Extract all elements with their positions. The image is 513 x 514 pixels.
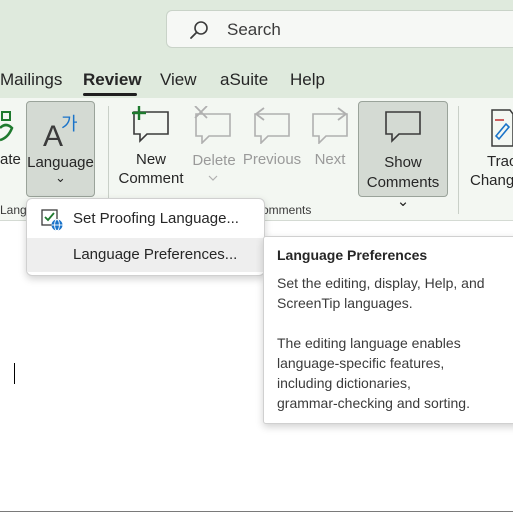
proofing-language-icon — [41, 209, 63, 231]
tooltip-title: Language Preferences — [277, 247, 428, 263]
language-preferences-tooltip: Language Preferences Set the editing, di… — [263, 236, 513, 424]
tooltip-text: grammar-checking and sorting. — [277, 395, 470, 411]
search-icon — [190, 21, 208, 39]
previous-comment-icon — [254, 107, 290, 144]
new-comment-icon[interactable] — [131, 106, 171, 144]
next-label: Next — [314, 151, 346, 168]
language-preferences-item[interactable]: Language Preferences... — [27, 238, 264, 272]
show-comments-button[interactable]: Show Comments ⌄ — [358, 101, 448, 210]
language-group-label: Lang — [0, 203, 27, 217]
search-box[interactable]: Search — [166, 10, 513, 48]
active-tab-indicator — [83, 93, 137, 96]
group-separator — [458, 106, 459, 214]
new-comment-label-2[interactable]: Comment — [116, 169, 186, 188]
document-edge — [0, 511, 513, 512]
translate-label[interactable]: ate — [0, 150, 21, 169]
tooltip-text: Set the editing, display, Help, and — [277, 275, 485, 291]
language-icon: A 가 — [43, 114, 78, 152]
tab-mailings[interactable]: Mailings — [0, 70, 62, 90]
chevron-down-icon — [208, 175, 218, 181]
delete-label: Delete — [192, 152, 236, 169]
show-comments-icon — [385, 111, 421, 143]
tooltip-text: language-specific features, — [277, 355, 445, 371]
language-dropdown-menu: Set Proofing Language... Language Prefer… — [26, 198, 265, 276]
chevron-down-icon: ⌄ — [55, 170, 66, 185]
tab-asuite[interactable]: aSuite — [220, 70, 268, 90]
translate-icon[interactable] — [0, 108, 14, 144]
text-cursor — [14, 363, 15, 384]
set-proofing-language-label: Set Proofing Language... — [73, 210, 239, 227]
ribbon-tabs: Mailings Review View aSuite Help — [0, 62, 513, 98]
new-comment-label-1[interactable]: New — [116, 150, 186, 169]
tooltip-text: ScreenTip languages. — [277, 295, 413, 311]
tab-review[interactable]: Review — [83, 70, 142, 90]
tab-view[interactable]: View — [160, 70, 197, 90]
next-comment-icon — [312, 107, 348, 144]
track-changes-label-2[interactable]: Chang — [470, 171, 513, 190]
previous-label: Previous — [242, 151, 302, 168]
track-changes-label-1[interactable]: Trac — [487, 152, 513, 171]
tooltip-text: including dictionaries, — [277, 375, 411, 391]
language-button[interactable]: A 가 Language ⌄ — [26, 101, 95, 197]
title-bar: Search — [0, 0, 513, 62]
show-comments-label-1: Show — [384, 154, 422, 171]
search-placeholder: Search — [227, 20, 281, 39]
svg-text:A: A — [43, 120, 63, 152]
svg-text:가: 가 — [61, 114, 78, 135]
language-preferences-label: Language Preferences... — [73, 246, 238, 263]
set-proofing-language-item[interactable]: Set Proofing Language... — [27, 202, 264, 236]
track-changes-icon[interactable] — [488, 108, 513, 148]
tooltip-text: The editing language enables — [277, 335, 461, 351]
delete-comment-icon — [194, 106, 231, 144]
comments-group-label: omments — [262, 203, 312, 217]
show-comments-label-2: Comments ⌄ — [366, 174, 440, 210]
tab-help[interactable]: Help — [290, 70, 325, 90]
